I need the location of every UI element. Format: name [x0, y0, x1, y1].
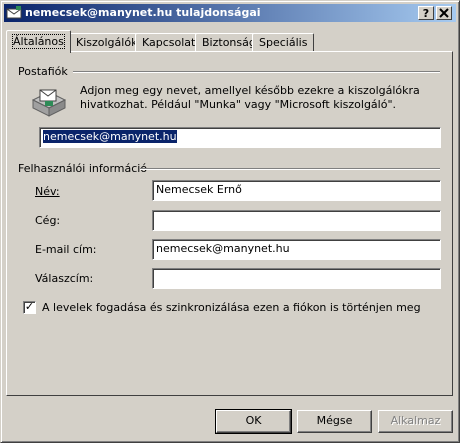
mail-account-description-line2: hivatkozhat. Például "Munka" vagy "Micro…	[80, 98, 397, 111]
reply-to-label: Válaszcím:	[35, 272, 94, 285]
mail-account-icon	[31, 89, 67, 117]
account-name-input[interactable]: nemecsek@manynet.hu	[39, 127, 441, 148]
group-divider	[73, 71, 440, 73]
company-label: Cég:	[35, 214, 61, 227]
apply-button[interactable]: Alkalmaz	[378, 410, 453, 433]
ok-button[interactable]: OK	[215, 409, 292, 434]
mail-account-group-title: Postafiók	[18, 65, 71, 78]
tab-kapcsolat[interactable]: Kapcsolat	[135, 33, 203, 52]
tab-specialis[interactable]: Speciális	[252, 33, 315, 52]
sync-checkbox-label[interactable]: A levelek fogadása és szinkronizálása ez…	[42, 301, 421, 314]
close-icon	[439, 8, 449, 18]
title-bar[interactable]: nemecsek@manynet.hu tulajdonságai ?	[4, 4, 456, 22]
name-input[interactable]: Nemecsek Ernő	[152, 180, 441, 201]
close-button[interactable]	[436, 6, 452, 20]
cancel-button[interactable]: Mégse	[297, 410, 372, 433]
help-button[interactable]: ?	[418, 6, 434, 20]
properties-dialog: nemecsek@manynet.hu tulajdonságai ? Álta…	[0, 0, 460, 443]
sync-checkbox[interactable]: ✓	[23, 301, 36, 314]
name-label: Név:	[35, 185, 60, 198]
email-label: E-mail cím:	[35, 243, 97, 256]
tab-panel-altalanos: Postafiók Adjon meg egy nevet, amellyel …	[6, 51, 453, 396]
mail-account-title-icon	[6, 6, 22, 19]
reply-to-input[interactable]	[152, 268, 441, 289]
group-divider	[140, 168, 440, 170]
window-title: nemecsek@manynet.hu tulajdonságai	[25, 6, 261, 19]
mail-account-description-line1: Adjon meg egy nevet, amellyel később eze…	[80, 84, 420, 97]
user-info-group-title: Felhasználói információ	[18, 162, 151, 175]
company-input[interactable]	[152, 210, 441, 231]
tab-altalanos[interactable]: Általános	[6, 30, 71, 53]
tab-kiszolgalok[interactable]: Kiszolgálók	[69, 33, 145, 52]
email-input[interactable]: nemecsek@manynet.hu	[152, 239, 441, 260]
